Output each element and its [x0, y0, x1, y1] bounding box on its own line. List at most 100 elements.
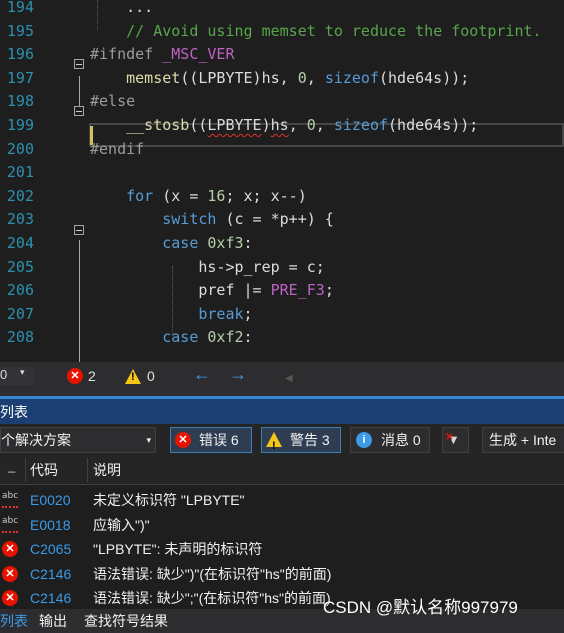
- error-icon[interactable]: ✕: [67, 368, 83, 384]
- column-divider: [25, 458, 26, 482]
- code-text: memset((LPBYTE)hs, 0, sizeof(hde64s));: [90, 67, 469, 91]
- error-row[interactable]: abc E0020 未定义标识符 "LPBYTE": [0, 488, 564, 512]
- code-line: 208 case 0xf2:: [0, 326, 564, 350]
- line-number: 200: [6, 139, 34, 158]
- messages-filter-button[interactable]: i 消息 0: [350, 427, 430, 453]
- scope-dropdown[interactable]: 个解决方案 ▾: [0, 427, 156, 453]
- code-line: 201: [0, 161, 564, 185]
- error-description: 未定义标识符 "LPBYTE": [93, 492, 245, 508]
- intellisense-error-icon: abc: [2, 516, 20, 533]
- chevron-down-icon: ▾: [146, 435, 151, 445]
- code-token: ;: [243, 304, 253, 323]
- code-text: #else: [90, 90, 135, 114]
- code-text: for (x = 16; x; x--): [90, 185, 307, 209]
- line-number: 199: [6, 116, 34, 134]
- sort-icon[interactable]: _: [8, 458, 15, 473]
- error-description: "LPBYTE": 未声明的标识符: [93, 541, 263, 558]
- code-editor[interactable]: 194 ... 195 // Avoid using memset to redu…: [0, 0, 564, 362]
- code-token: ; x; x--): [225, 186, 307, 205]
- code-token: hs: [270, 116, 289, 134]
- tab-output[interactable]: 输出: [39, 609, 67, 633]
- code-token: 0: [297, 68, 307, 87]
- error-row[interactable]: ✕ C2146 语法错误: 缺少")"(在标识符"hs"的前面): [0, 562, 564, 586]
- scroll-left-icon[interactable]: ◀: [285, 370, 293, 388]
- divider: [0, 484, 564, 485]
- code-token: __stosb: [126, 116, 190, 134]
- error-code-link[interactable]: E0020: [30, 488, 70, 512]
- code-text: hs->p_rep = c;: [90, 256, 324, 280]
- bottom-tab-bar: 列表 输出 查找符号结果 CSDN @默认名称997979: [0, 598, 564, 633]
- code-token: #ifndef: [90, 45, 163, 64]
- error-code-link[interactable]: C2146: [30, 562, 71, 586]
- code-token: (c = *p++) {: [216, 210, 334, 229]
- code-line: 202 for (x = 16; x; x--): [0, 185, 564, 209]
- error-code-link[interactable]: C2146: [30, 586, 71, 610]
- error-icon: ✕: [2, 541, 18, 558]
- fold-toggle-icon[interactable]: [74, 59, 84, 69]
- code-token: #else: [90, 92, 136, 111]
- tab-error-list[interactable]: 列表: [0, 609, 28, 633]
- warnings-filter-label: 警告 3: [290, 432, 330, 448]
- editor-status-bar: 0 ▾ ✕ 2 ! 0 ← → ◀: [0, 362, 564, 390]
- code-token: break: [198, 304, 244, 323]
- code-token: PRE_F3: [270, 281, 325, 300]
- error-description: 语法错误: 缺少")"(在标识符"hs"的前面): [93, 565, 332, 582]
- line-number: 202: [6, 186, 34, 205]
- code-line: 200 #endif: [0, 138, 564, 162]
- code-line: 204 case 0xf3:: [0, 232, 564, 256]
- arrow-left-icon[interactable]: ←: [193, 365, 211, 383]
- error-list-header: _ 代码 说明: [0, 456, 564, 485]
- code-token: case: [162, 234, 199, 252]
- error-code-link[interactable]: E0018: [30, 513, 70, 537]
- code-line: 205 hs->p_rep = c;: [0, 256, 564, 280]
- code-token: sizeof: [333, 116, 389, 134]
- line-number: 201: [6, 163, 34, 182]
- error-list-title-bar: 列表: [0, 396, 564, 424]
- warning-icon[interactable]: !: [125, 369, 141, 384]
- arrow-right-icon[interactable]: →: [229, 365, 247, 383]
- code-token: (hde64s));: [379, 68, 470, 87]
- code-line: 206 pref |= PRE_F3;: [0, 279, 564, 303]
- filter-button[interactable]: ▼ ✕: [442, 427, 469, 453]
- column-header-code[interactable]: 代码: [30, 456, 58, 484]
- code-text: pref |= PRE_F3;: [90, 279, 333, 303]
- code-text: #ifndef _MSC_VER: [90, 43, 235, 67]
- panel-title: 列表: [0, 404, 28, 420]
- chevron-down-icon: ▾: [20, 367, 25, 377]
- error-code-link[interactable]: C2065: [30, 537, 71, 561]
- fold-toggle-icon[interactable]: [74, 225, 84, 235]
- errors-filter-button[interactable]: ✕ 错误 6: [170, 427, 252, 453]
- fold-toggle-icon[interactable]: [74, 106, 84, 116]
- code-token: case: [162, 328, 199, 347]
- column-header-description[interactable]: 说明: [93, 456, 121, 484]
- warnings-filter-button[interactable]: ! 警告 3: [261, 427, 341, 453]
- error-row[interactable]: abc E0018 应输入")": [0, 513, 564, 537]
- line-number: 206: [6, 281, 34, 300]
- code-token: ((LPBYTE)hs,: [180, 68, 298, 87]
- zoom-dropdown[interactable]: 0 ▾: [0, 367, 34, 385]
- code-token: (x =: [153, 186, 208, 205]
- code-token: 16: [207, 186, 226, 205]
- code-token: ,: [306, 68, 325, 87]
- code-line: 196 #ifndef _MSC_VER: [0, 43, 564, 67]
- code-text: break;: [90, 303, 253, 327]
- code-line: 197 memset((LPBYTE)hs, 0, sizeof(hde64s)…: [0, 67, 564, 91]
- line-number: 208: [6, 328, 34, 347]
- clear-x-icon: ✕: [445, 432, 454, 443]
- error-list-toolbar: 个解决方案 ▾ ✕ 错误 6 ! 警告 3 i 消息 0 ▼ ✕ 生成 + In…: [0, 424, 564, 456]
- code-text: #endif: [90, 138, 144, 162]
- line-number: 195: [6, 21, 34, 40]
- build-source-dropdown[interactable]: 生成 + Inte: [482, 427, 564, 453]
- tab-find-symbol-results[interactable]: 查找符号结果: [84, 609, 168, 633]
- code-text: ...: [90, 0, 153, 20]
- error-icon: ✕: [2, 565, 18, 582]
- code-token: // Avoid using memset to reduce the foot…: [90, 21, 542, 40]
- error-row[interactable]: ✕ C2065 "LPBYTE": 未声明的标识符: [0, 537, 564, 561]
